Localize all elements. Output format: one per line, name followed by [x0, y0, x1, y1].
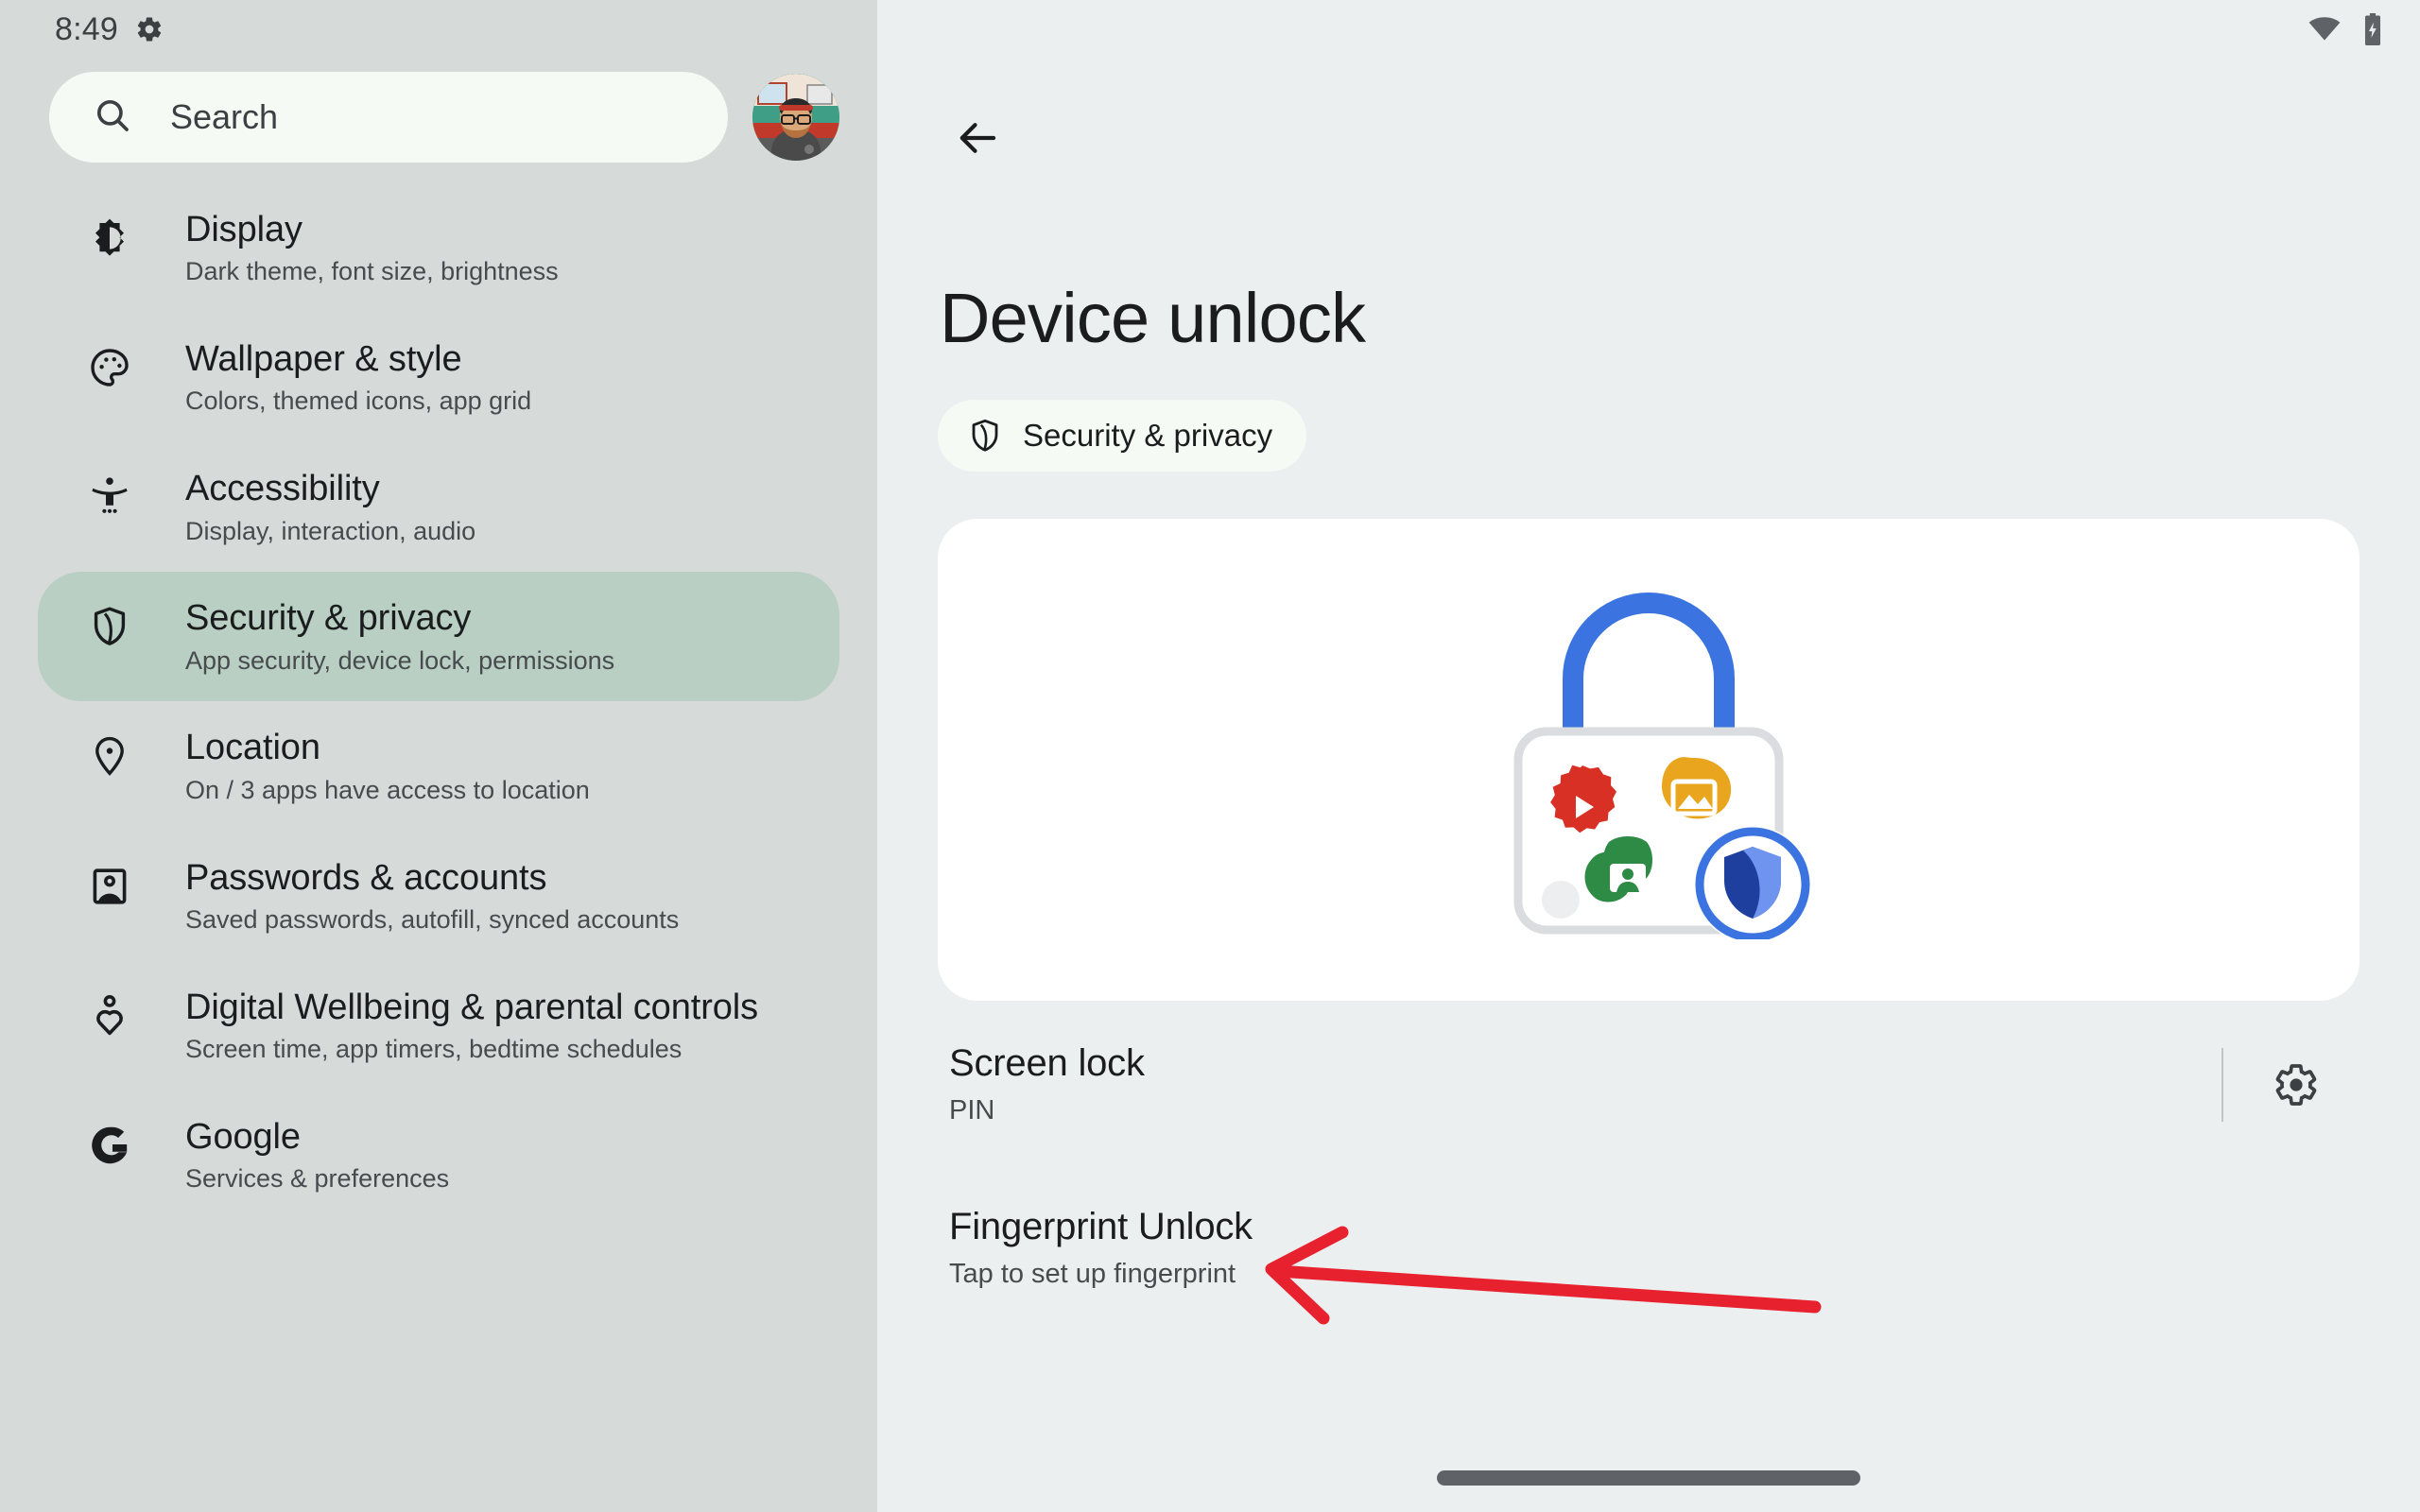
sidebar-item-title: Display: [185, 210, 302, 249]
status-time: 8:49: [55, 10, 118, 47]
breadcrumb-chip-label: Security & privacy: [1023, 418, 1273, 453]
sidebar-item-digital-wellbeing[interactable]: Digital Wellbeing & parental controls Sc…: [38, 961, 839, 1091]
gear-icon: [2273, 1062, 2319, 1108]
battery-charging-icon: [2361, 13, 2384, 45]
settings-screen: 8:49 Search Display Dark theme, font siz…: [0, 0, 2420, 1512]
preference-title: Screen lock: [949, 1042, 1145, 1084]
sidebar-item-security-privacy[interactable]: Security & privacy App security, device …: [38, 572, 839, 702]
sidebar-item-subtitle: App security, device lock, permissions: [185, 645, 615, 675]
avatar[interactable]: [752, 74, 839, 161]
back-button[interactable]: [942, 102, 1013, 174]
home-gesture-bar[interactable]: [877, 1470, 2420, 1486]
palette-icon: [87, 345, 132, 390]
search-placeholder: Search: [170, 97, 279, 136]
sidebar-item-display[interactable]: Display Dark theme, font size, brightnes…: [38, 183, 839, 313]
accessibility-icon: [87, 474, 132, 520]
preference-subtitle: Tap to set up fingerprint: [949, 1259, 1236, 1289]
sidebar-item-title: Location: [185, 728, 320, 768]
gear-icon: [135, 15, 164, 43]
main-status-bar: [877, 0, 2420, 59]
preference-row-screen-lock[interactable]: Screen lock PIN: [934, 1001, 2363, 1164]
shield-icon: [87, 604, 132, 649]
sidebar-item-subtitle: On / 3 apps have access to location: [185, 775, 590, 804]
sidebar-item-title: Wallpaper & style: [185, 339, 462, 380]
sidebar-item-subtitle: Colors, themed icons, app grid: [185, 387, 532, 416]
preference-title: Fingerprint Unlock: [949, 1206, 1253, 1247]
sidebar-item-title: Passwords & accounts: [185, 857, 547, 898]
sidebar-item-title: Google: [185, 1116, 301, 1157]
row-divider: [2221, 1047, 2223, 1122]
sidebar-item-subtitle: Screen time, app timers, bedtime schedul…: [185, 1035, 683, 1064]
sidebar-item-title: Accessibility: [185, 469, 380, 509]
sidebar-item-passwords-accounts[interactable]: Passwords & accounts Saved passwords, au…: [38, 832, 839, 961]
back-row: [877, 59, 2420, 174]
sidebar-item-title: Digital Wellbeing & parental controls: [185, 987, 759, 1027]
search-input[interactable]: Search: [49, 72, 728, 163]
screen-lock-settings-button[interactable]: [2261, 1050, 2331, 1120]
device-unlock-illustration-card: [938, 519, 2360, 1001]
sidebar-item-subtitle: Display, interaction, audio: [185, 516, 476, 545]
sidebar-item-subtitle: Saved passwords, autofill, synced accoun…: [185, 904, 680, 934]
id-card-icon: [87, 864, 132, 909]
sidebar-item-subtitle: Services & preferences: [185, 1164, 450, 1194]
settings-sidebar: 8:49 Search Display Dark theme, font siz…: [0, 0, 877, 1512]
search-row: Search: [0, 72, 877, 163]
padlock-apps-shield-illustration: [1460, 580, 1838, 939]
shield-icon: [966, 417, 1004, 455]
search-icon: [93, 95, 132, 140]
google-g-icon: [87, 1123, 132, 1168]
preference-row-fingerprint-unlock[interactable]: Fingerprint Unlock Tap to set up fingerp…: [934, 1164, 2363, 1328]
arrow-left-icon: [954, 114, 1001, 162]
preference-subtitle: PIN: [949, 1095, 995, 1125]
device-unlock-panel: Device unlock Security & privacy Screen …: [877, 0, 2420, 1512]
brightness-icon: [87, 215, 132, 261]
location-pin-icon: [87, 733, 132, 779]
sidebar-item-accessibility[interactable]: Accessibility Display, interaction, audi…: [38, 442, 839, 572]
sidebar-item-location[interactable]: Location On / 3 apps have access to loca…: [38, 701, 839, 831]
gesture-pill[interactable]: [1437, 1470, 1860, 1486]
sidebar-item-title: Security & privacy: [185, 598, 472, 639]
sidebar-item-wallpaper-style[interactable]: Wallpaper & style Colors, themed icons, …: [38, 313, 839, 442]
wifi-icon: [2308, 17, 2341, 42]
breadcrumb-chip-security-privacy[interactable]: Security & privacy: [938, 400, 1307, 472]
page-title: Device unlock: [940, 279, 1366, 357]
sidebar-status-bar: 8:49: [0, 0, 877, 59]
sidebar-item-google[interactable]: Google Services & preferences: [38, 1091, 839, 1220]
sidebar-nav-list: Display Dark theme, font size, brightnes…: [0, 183, 877, 1220]
person-heart-icon: [87, 993, 132, 1039]
sidebar-item-subtitle: Dark theme, font size, brightness: [185, 257, 559, 286]
